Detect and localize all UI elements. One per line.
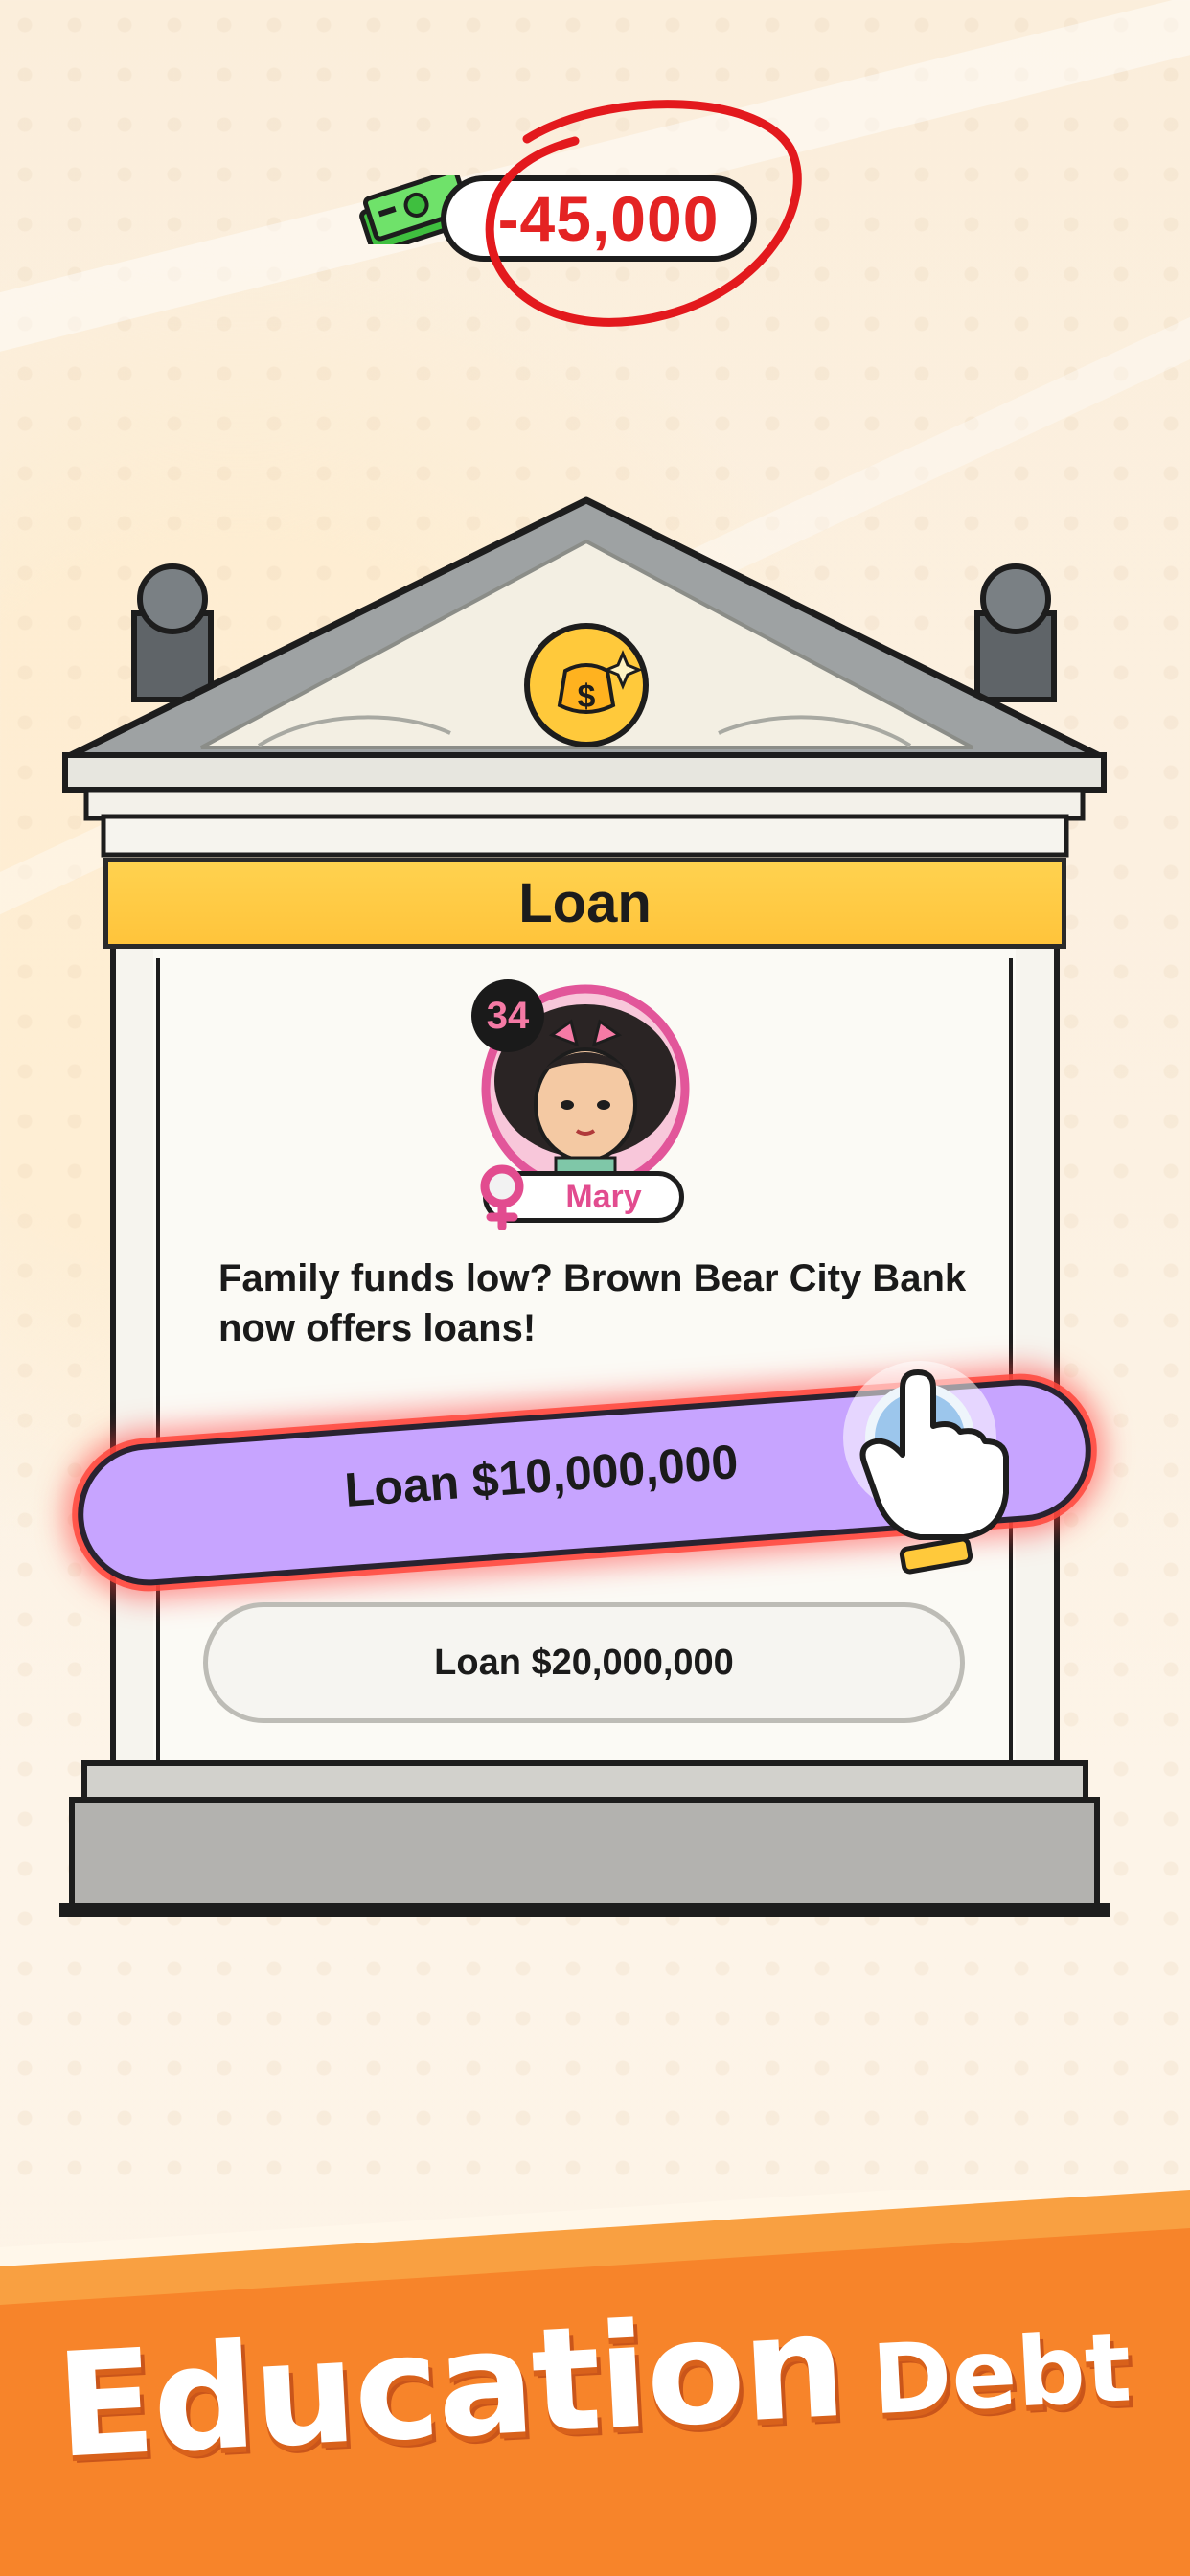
pointing-hand-icon [843, 1361, 1009, 1575]
character-name: Mary [565, 1179, 642, 1215]
level-badge: 34 [471, 979, 544, 1052]
loan-20m-button-label[interactable]: Loan $20,000,000 [203, 1602, 965, 1723]
promo-word-debt: Debt [869, 2311, 1134, 2437]
dialog-message: Family funds low? Brown Bear City Bank n… [218, 1257, 967, 1349]
dialog-title: Loan [518, 872, 652, 934]
character-card: 34 Mary [460, 976, 709, 1234]
female-symbol-icon [480, 1164, 524, 1230]
svg-text:$: $ [578, 678, 596, 715]
